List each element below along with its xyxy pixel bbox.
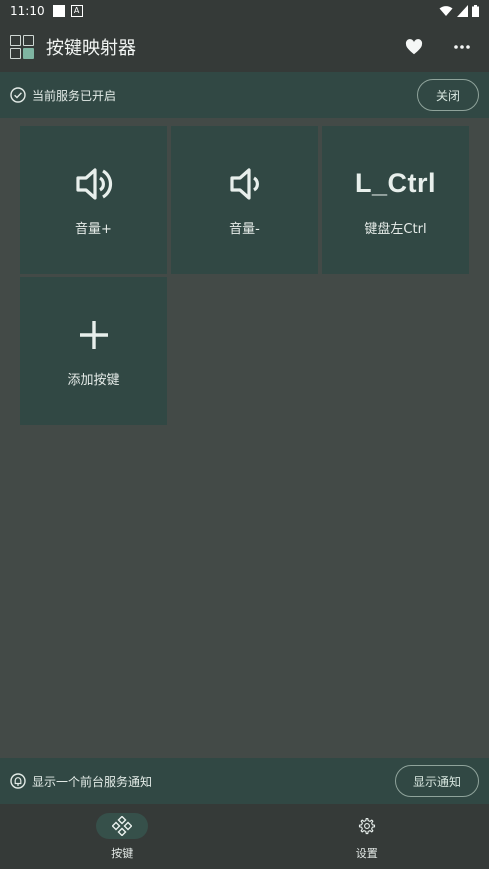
status-bar: 11:10 A	[0, 0, 489, 22]
nav-label: 设置	[355, 847, 378, 860]
volume-up-icon	[75, 167, 112, 200]
nav-label: 按键	[111, 847, 134, 860]
notification-letter-icon: A	[70, 5, 83, 17]
signal-icon	[457, 5, 468, 17]
add-key-button[interactable]: 添加按键	[20, 277, 167, 425]
service-status-bar: 当前服务已开启 关闭	[0, 72, 489, 118]
favorite-button[interactable]	[403, 36, 425, 58]
key-icon-text: L_Ctrl	[354, 168, 436, 198]
notification-bar: 显示一个前台服务通知 显示通知	[0, 758, 489, 804]
app-title: 按键映射器	[46, 38, 136, 59]
more-horiz-icon	[454, 45, 470, 49]
status-time: 11:10	[10, 4, 45, 18]
bell-icon	[10, 773, 26, 789]
app-bar: 按键映射器	[0, 22, 489, 72]
more-options-button[interactable]	[451, 36, 473, 58]
volume-down-icon	[229, 167, 259, 200]
key-tile-left-ctrl[interactable]: L_Ctrl 键盘左Ctrl	[322, 126, 469, 274]
plus-icon	[79, 320, 108, 349]
key-label: 音量-	[229, 221, 260, 237]
gear-icon	[358, 817, 375, 835]
battery-icon	[472, 5, 479, 17]
wifi-icon	[439, 6, 453, 16]
nav-item-keys[interactable]: 按键	[0, 804, 245, 869]
notification-text: 显示一个前台服务通知	[32, 774, 153, 789]
notification-square-icon	[52, 5, 65, 17]
nav-item-settings[interactable]: 设置	[245, 804, 489, 869]
key-label: 添加按键	[67, 372, 120, 388]
check-circle-icon	[10, 87, 26, 103]
show-notification-button[interactable]: 显示通知	[395, 765, 479, 797]
heart-icon	[405, 39, 423, 55]
key-tile-volume-up[interactable]: 音量+	[20, 126, 167, 274]
nav-pill-active	[96, 813, 149, 839]
key-label: 音量+	[75, 221, 112, 237]
gamepad-icon	[112, 816, 133, 836]
close-service-button[interactable]: 关闭	[417, 79, 479, 111]
status-icons	[439, 5, 479, 17]
app-logo-icon	[10, 35, 34, 59]
key-tile-volume-down[interactable]: 音量-	[171, 126, 318, 274]
service-status-text: 当前服务已开启	[32, 88, 117, 103]
key-label: 键盘左Ctrl	[364, 221, 427, 237]
nav-pill	[341, 813, 393, 839]
bottom-nav: 按键 设置	[0, 804, 489, 869]
